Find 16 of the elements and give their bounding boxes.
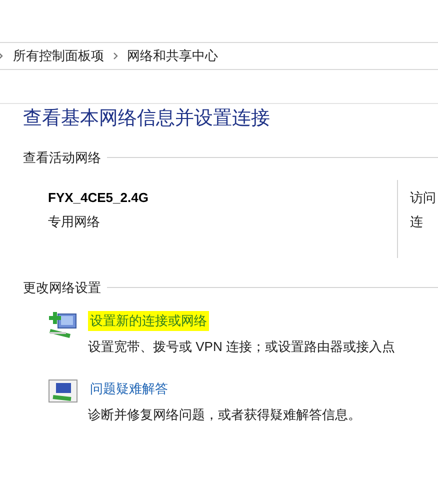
info-label: 访问 <box>410 188 436 206</box>
breadcrumb-item[interactable]: 所有控制面板项 <box>13 46 104 66</box>
chevron-icon <box>113 52 118 60</box>
settings-description: 诊断并修复网络问题，或者获得疑难解答信息。 <box>88 406 361 424</box>
section-heading: 更改网络设置 <box>23 278 101 296</box>
network-name: FYX_4CE5_2.4G <box>48 188 150 206</box>
breadcrumb-item[interactable]: 网络和共享中心 <box>127 46 218 66</box>
section-heading: 查看活动网络 <box>23 149 101 167</box>
chevron-icon <box>0 52 3 60</box>
network-type: 专用网络 <box>48 212 101 230</box>
info-label: 连 <box>410 212 424 230</box>
settings-description: 设置宽带、拨号或 VPN 连接；或设置路由器或接入点 <box>88 338 395 356</box>
network-diagnose-icon <box>48 379 78 403</box>
settings-link[interactable]: 问题疑难解答 <box>88 379 170 399</box>
settings-link[interactable]: 设置新的连接或网络 <box>88 311 209 331</box>
page-title: 查看基本网络信息并设置连接 <box>23 107 271 131</box>
